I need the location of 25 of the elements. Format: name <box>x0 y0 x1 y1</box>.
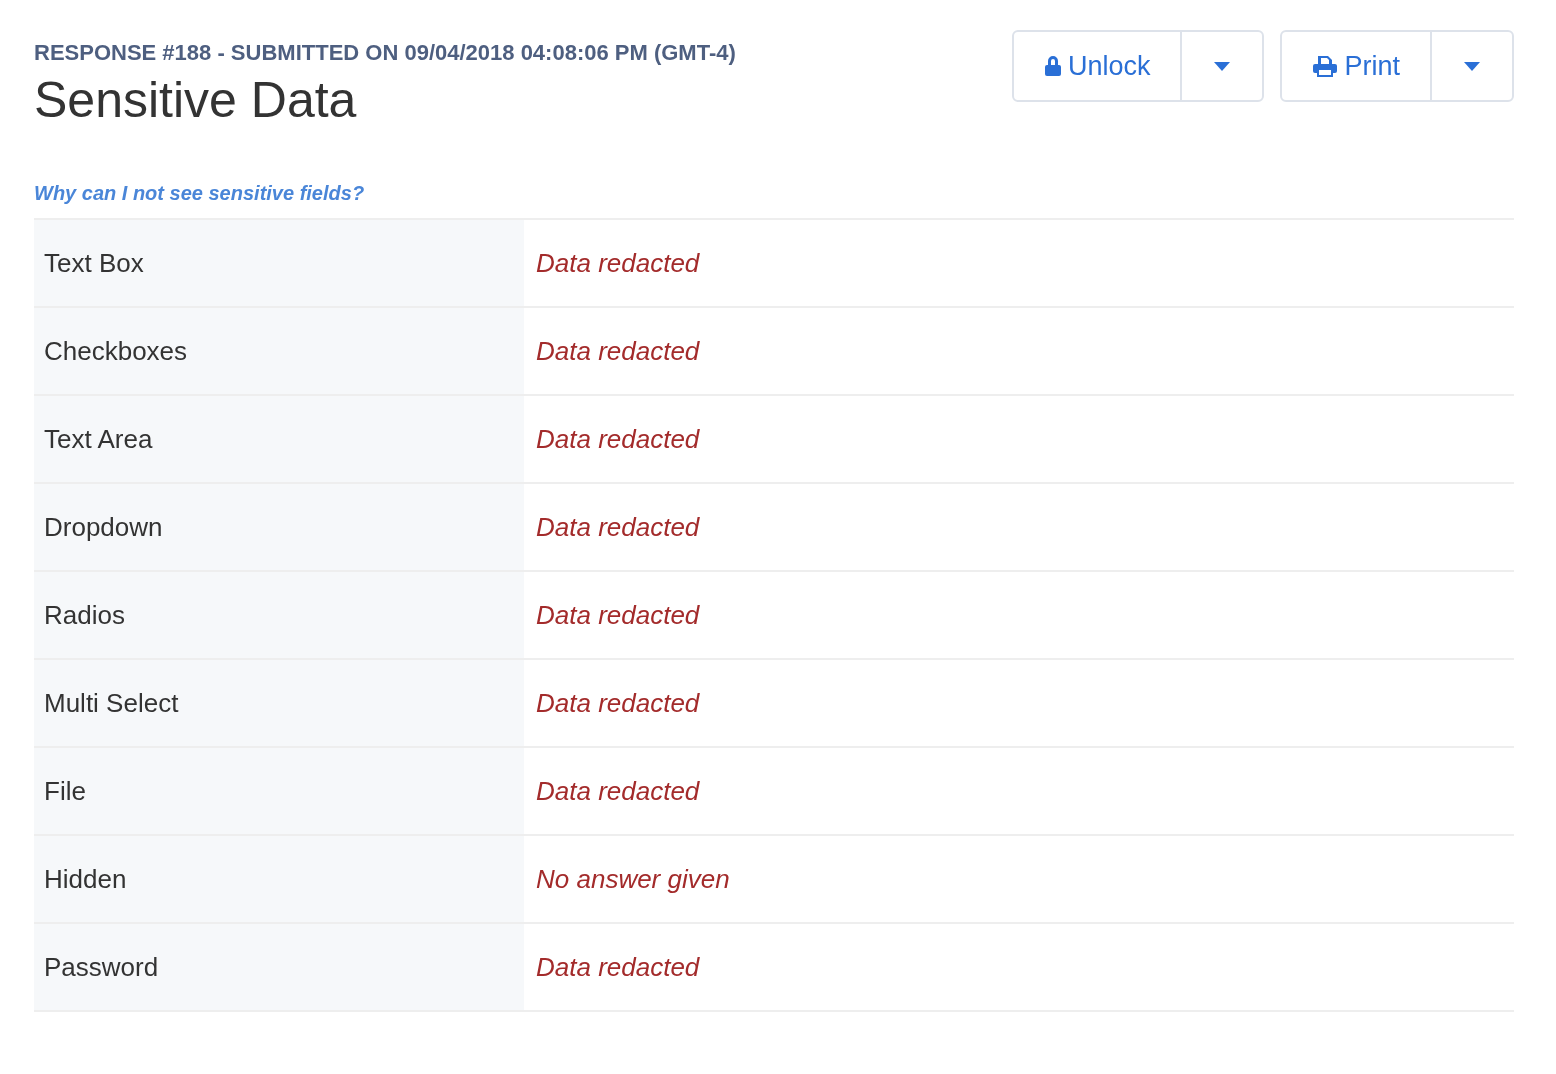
caret-icon <box>1214 61 1231 71</box>
field-value: Data redacted <box>535 774 701 808</box>
field-value: Data redacted <box>535 422 701 456</box>
field-value: No answer given <box>535 862 731 896</box>
field-value: Data redacted <box>535 334 701 368</box>
field-label: Text Box <box>34 220 526 306</box>
field-value: Data redacted <box>535 510 701 544</box>
field-label: Password <box>34 924 526 1010</box>
caret-icon <box>1464 61 1480 71</box>
field-label: Checkboxes <box>34 308 526 394</box>
field-label: Text Area <box>34 396 526 482</box>
field-label: File <box>34 748 526 834</box>
printer-icon <box>1312 55 1339 77</box>
page-title: Sensitive Data <box>34 71 358 130</box>
field-value: Data redacted <box>535 598 701 632</box>
field-value: Data redacted <box>535 246 701 280</box>
response-subtitle: RESPONSE #188 - SUBMITTED ON 09/04/2018 04:08:06 PM (GMT-4) <box>34 39 736 67</box>
lock-icon <box>1043 55 1062 77</box>
field-label: Dropdown <box>34 484 526 570</box>
field-label: Multi Select <box>34 660 526 746</box>
field-label: Radios <box>34 572 526 658</box>
field-label: Hidden <box>34 836 526 922</box>
field-value: Data redacted <box>535 686 701 720</box>
help-link[interactable]: Why can I not see sensitive fields? <box>34 182 365 204</box>
field-value: Data redacted <box>535 950 701 984</box>
